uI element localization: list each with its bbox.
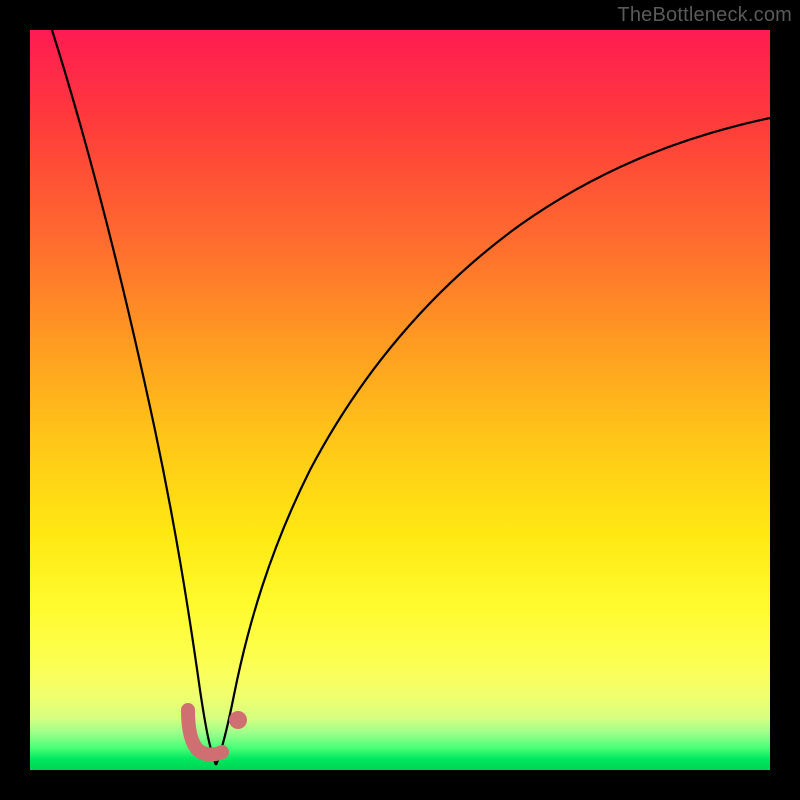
plot-area bbox=[30, 30, 770, 770]
chart-frame: TheBottleneck.com bbox=[0, 0, 800, 800]
curve-right bbox=[216, 118, 770, 765]
curves-layer bbox=[30, 30, 770, 770]
marker-dot bbox=[229, 711, 247, 729]
watermark-text: TheBottleneck.com bbox=[617, 4, 792, 27]
curve-left bbox=[52, 30, 216, 765]
